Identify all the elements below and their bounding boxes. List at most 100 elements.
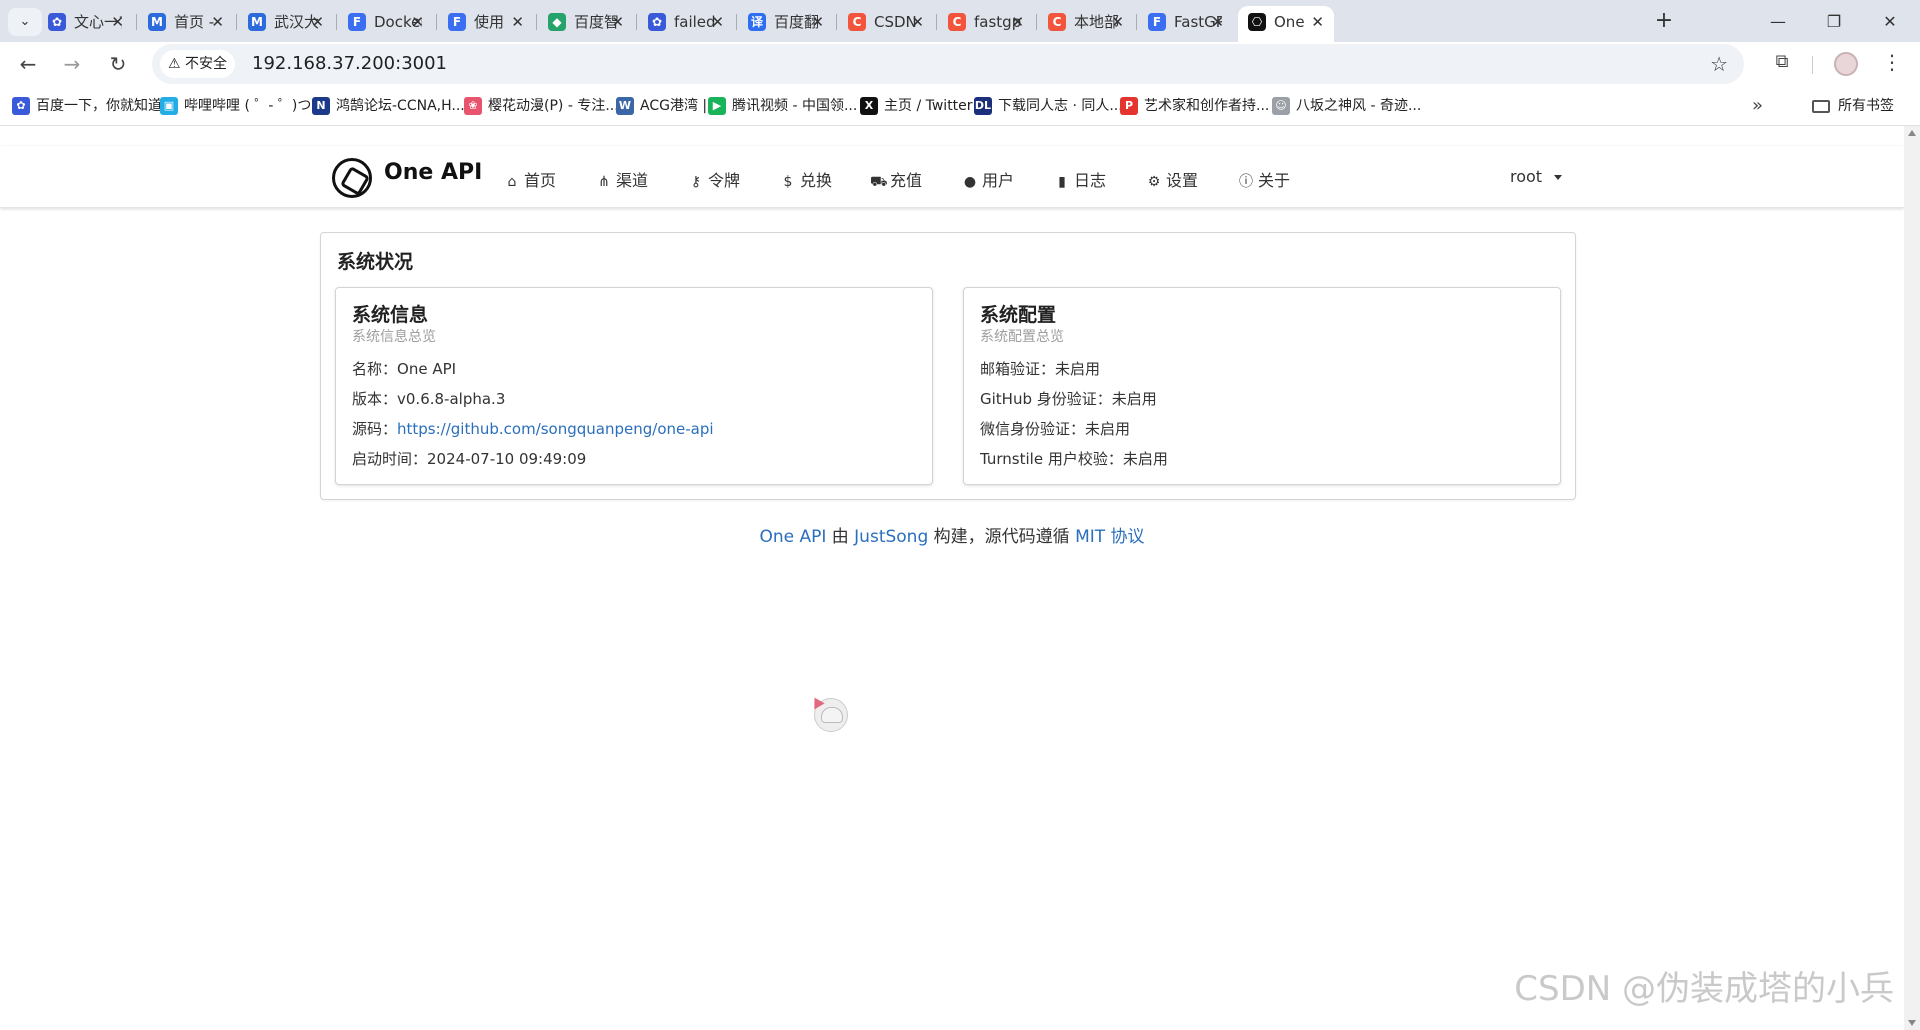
nav-item[interactable]: ⚙ 设置 [1146, 167, 1198, 191]
tab-close-button[interactable]: ✕ [311, 6, 324, 38]
nav-item[interactable]: ⌂ 首页 [504, 167, 556, 191]
browser-tab[interactable]: M 武汉大 ✕ [238, 6, 334, 38]
browser-tab[interactable]: ✿ failed ✕ [638, 6, 734, 38]
new-tab-button[interactable]: + [1650, 8, 1678, 36]
home-icon: ⌂ [507, 174, 517, 190]
bookmark-label: 樱花动漫(P) - 专注... [488, 98, 619, 114]
bookmark-item[interactable]: ▣ 哔哩哔哩 ( ゜- ゜)つ... [160, 86, 325, 126]
openai-icon: ⎔ [1248, 13, 1266, 31]
bookmark-item[interactable]: ✿ 百度一下，你就知道 [12, 86, 162, 126]
bookmark-item[interactable]: N 鸿鹄论坛-CCNA,H... [312, 86, 465, 126]
browser-menu-button[interactable]: ⋮ [1882, 50, 1902, 74]
mascot-image [814, 698, 848, 732]
footer-project-link[interactable]: One API [759, 527, 826, 547]
tab-close-button[interactable]: ✕ [111, 6, 124, 38]
scroll-down-icon[interactable] [1908, 1020, 1916, 1026]
m-logo-icon: M [248, 13, 266, 31]
patreon-icon: P [1120, 97, 1138, 115]
security-indicator[interactable]: ⚠ 不安全 [160, 50, 236, 78]
nav-item[interactable]: ⓘ 关于 [1238, 167, 1290, 191]
caret-down-icon [1554, 175, 1563, 180]
browser-tab[interactable]: C 本地部 ✕ [1038, 6, 1134, 38]
tab-close-button[interactable]: ✕ [211, 6, 224, 38]
bookmark-star-button[interactable]: ☆ [1710, 44, 1728, 84]
forward-button[interactable]: → [58, 50, 86, 78]
bookmarks-overflow-button[interactable]: » [1752, 86, 1763, 126]
puzzle-icon: ⧉ [1775, 51, 1789, 72]
bilibili-icon: ▣ [160, 97, 178, 115]
browser-tab[interactable]: F 使用 ✕ [438, 6, 534, 38]
nav-item-label: 令牌 [708, 171, 741, 190]
tab-close-button[interactable]: ✕ [911, 6, 924, 38]
tab-close-button[interactable]: ✕ [511, 6, 524, 38]
nav-item[interactable]: ● 用户 [962, 167, 1014, 191]
nav-item[interactable]: ⛟ 充值 [870, 167, 922, 192]
tab-close-button[interactable]: ✕ [611, 6, 624, 38]
url-text[interactable]: 192.168.37.200:3001 [252, 44, 447, 84]
bookmark-label: 艺术家和创作者持... [1144, 98, 1270, 114]
browser-tab[interactable]: ✿文心一言✕ [38, 6, 134, 38]
back-button[interactable]: ← [14, 50, 42, 78]
user-dropdown[interactable]: root [1510, 167, 1563, 186]
bookmark-item[interactable]: P 艺术家和创作者持... [1120, 86, 1269, 126]
close-window-button[interactable]: ✕ [1878, 10, 1902, 34]
config-row: GitHub 身份验证：未启用 [980, 388, 1157, 409]
x-logo-icon: X [860, 97, 878, 115]
nav-item[interactable]: $ 兑换 [780, 167, 832, 191]
dollar-icon: $ [783, 174, 793, 190]
nav-item[interactable]: ▮ 日志 [1054, 167, 1106, 191]
page-scrollbar[interactable] [1904, 126, 1920, 1030]
tab-close-button[interactable]: ✕ [811, 6, 824, 38]
bookmark-item[interactable]: ❀ 樱花动漫(P) - 专注... [464, 86, 619, 126]
browser-tab[interactable]: ◆ 百度智 ✕ [538, 6, 634, 38]
gear-icon: ⚙ [1147, 174, 1161, 190]
browser-tab[interactable]: F Docker ✕ [338, 6, 434, 38]
tab-close-button[interactable]: ✕ [711, 6, 724, 38]
close-icon: ✕ [1883, 12, 1897, 31]
arrow-right-icon: → [63, 52, 81, 76]
system-info-subtitle: 系统信息总览 [352, 329, 436, 345]
profile-avatar[interactable] [1834, 52, 1858, 76]
bookmark-item[interactable]: W ACG港湾 | [616, 86, 707, 126]
footer-author-link[interactable]: JustSong [854, 527, 928, 547]
tab-search-button[interactable]: ⌄ [8, 8, 42, 36]
tab-close-button[interactable]: ✕ [1011, 6, 1024, 38]
source-link[interactable]: https://github.com/songquanpeng/one-api [397, 420, 714, 438]
tab-close-button[interactable]: ✕ [411, 6, 424, 38]
tab-close-button[interactable]: ✕ [1111, 6, 1124, 38]
reload-icon: ↻ [109, 52, 127, 76]
browser-tab[interactable]: FFastGPT✕ [1138, 6, 1234, 38]
bookmark-item[interactable]: ☺ 八坂之神风 - 奇迹... [1272, 86, 1421, 126]
config-label: GitHub 身份验证： [980, 390, 1112, 408]
tab-separator [836, 14, 837, 30]
info-version-value: v0.6.8-alpha.3 [397, 390, 506, 408]
reload-button[interactable]: ↻ [104, 50, 132, 78]
browser-tab[interactable]: C CSDN ✕ [838, 6, 934, 38]
address-bar[interactable]: ⚠ 不安全 192.168.37.200:3001 ☆ [152, 44, 1744, 84]
scroll-up-icon[interactable] [1908, 130, 1916, 136]
openai-logo-icon[interactable] [332, 158, 372, 198]
bookmark-item[interactable]: X 主页 / Twitter [860, 86, 973, 126]
play-icon: ▶ [708, 97, 726, 115]
browser-tab[interactable]: 译百度翻 ✕ [738, 6, 834, 38]
info-row-version: 版本：v0.6.8-alpha.3 [352, 388, 505, 409]
browser-tab[interactable]: Cfastgpt ✕ [938, 6, 1034, 38]
system-config-subtitle: 系统配置总览 [980, 329, 1064, 345]
brand-title[interactable]: One API [384, 160, 482, 185]
nav-item[interactable]: ⋔ 渠道 [596, 167, 648, 191]
bookmark-item[interactable]: DL 下载同人志 · 同人... [974, 86, 1123, 126]
info-name-label: 名称： [352, 360, 398, 378]
tab-close-button[interactable]: ✕ [1311, 6, 1324, 38]
tab-close-button[interactable]: ✕ [1211, 6, 1224, 38]
nav-item[interactable]: ⚷ 令牌 [688, 167, 740, 191]
browser-tab[interactable]: M 首页 - ✕ [138, 6, 234, 38]
extensions-button[interactable]: ⧉ [1770, 50, 1794, 74]
tab-separator [1136, 14, 1137, 30]
bookmark-item[interactable]: ▶ 腾讯视频 - 中国领... [708, 86, 857, 126]
footer-license-link[interactable]: MIT 协议 [1075, 527, 1144, 547]
restore-button[interactable]: ❐ [1822, 10, 1846, 34]
all-bookmarks-button[interactable]: 所有书签 [1812, 86, 1894, 126]
bookmark-label: ACG港湾 | [640, 98, 708, 114]
browser-tab[interactable]: ⎔ One ✕ [1238, 6, 1334, 42]
minimize-button[interactable]: — [1766, 10, 1790, 34]
